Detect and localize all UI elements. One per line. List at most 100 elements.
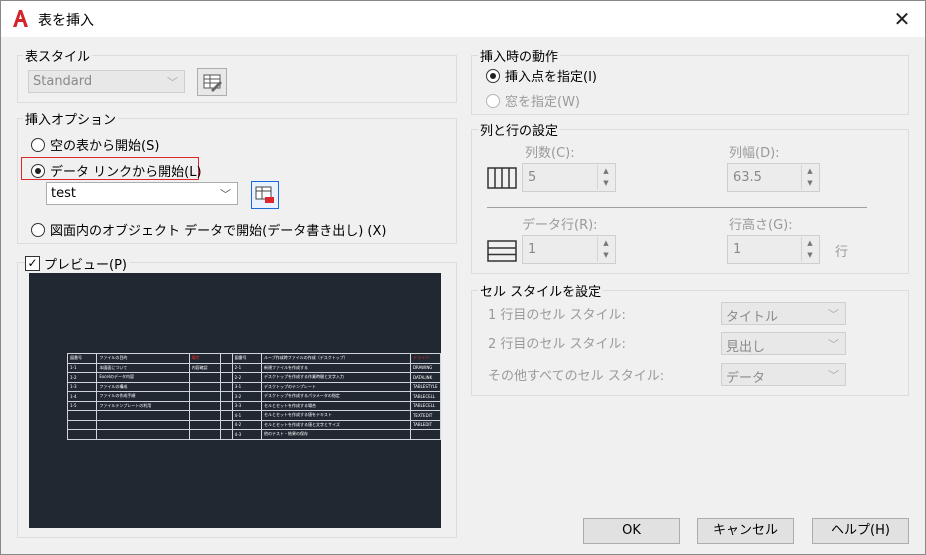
data-link-manager-icon	[255, 186, 274, 203]
first-row-style-value: タイトル	[726, 310, 779, 325]
preview-table-cell: 1-2	[66, 372, 98, 383]
autocad-logo-icon	[13, 10, 28, 27]
preview-table-cell: 内容確認	[188, 362, 222, 373]
preview-table-cell	[188, 381, 222, 392]
data-link-value: test	[51, 186, 76, 201]
spin-down-icon[interactable]: ▼	[598, 177, 614, 189]
preview-table-cell	[188, 419, 222, 430]
preview-table-cell: ファイルテンプレートの利用	[96, 400, 190, 411]
spin-down-icon[interactable]: ▼	[598, 249, 614, 261]
col-width-value: 63.5	[733, 170, 762, 185]
preview-table-cell: 4-3	[231, 429, 263, 440]
preview-table-cell	[220, 381, 233, 392]
preview-table-cell	[220, 400, 233, 411]
preview-table-cell: 2-1	[231, 362, 263, 373]
object-data-radio[interactable]: 図面内のオブジェクト データで開始(データ書き出し) (X)	[31, 220, 386, 239]
preview-checkbox[interactable]: ✓ プレビュー(P)	[25, 254, 130, 273]
preview-table-cell: ループ作成時ファイルの作成（デスクトップ）	[261, 353, 411, 364]
help-button[interactable]: ヘルプ(H)	[812, 518, 909, 544]
preview-table-cell	[188, 372, 222, 383]
cell-styles-label: セル スタイルを設定	[478, 281, 604, 300]
preview-table-cell: 1-5	[66, 400, 98, 411]
preview-table-cell: DATALINK	[409, 372, 442, 383]
preview-table-cell: 1-4	[66, 391, 98, 402]
spin-up-icon[interactable]: ▲	[598, 165, 614, 177]
table-style-label: 表スタイル	[23, 46, 93, 65]
chevron-down-icon: ﹀	[828, 338, 839, 351]
preview-table-cell: ファイルの目的	[96, 353, 190, 364]
empty-table-label: 空の表から開始(S)	[50, 139, 160, 154]
row-unit-label: 行	[835, 245, 849, 260]
preview-table-cell: TABLECELL	[409, 400, 442, 411]
spin-down-icon[interactable]: ▼	[802, 249, 818, 261]
object-data-label: 図面内のオブジェクト データで開始(データ書き出し) (X)	[50, 224, 387, 239]
empty-table-radio[interactable]: 空の表から開始(S)	[31, 135, 159, 154]
other-rows-style-label: その他すべてのセル スタイル:	[488, 369, 665, 384]
window-radio[interactable]: 窓を指定(W)	[486, 91, 580, 110]
insert-point-radio[interactable]: 挿入点を指定(I)	[486, 66, 597, 85]
preview-table-row: 4-2 セルとセットを作成する値と文字とサイズ TABLEDIT	[66, 419, 442, 430]
preview-table-cell: デスクトップを作成するパラメータの指定	[261, 391, 411, 402]
col-width-spinner[interactable]: 63.5 ▲ ▼	[727, 163, 820, 192]
spin-down-icon[interactable]: ▼	[802, 177, 818, 189]
first-row-style-select[interactable]: タイトル ﹀	[721, 302, 846, 325]
preview-table-cell	[220, 362, 233, 373]
close-icon[interactable]: ✕	[879, 1, 925, 37]
preview-table-cell: ファイルの構成	[96, 381, 190, 392]
spinner-buttons: ▲ ▼	[597, 237, 614, 262]
preview-table-cell: TABLEDIT	[409, 419, 442, 430]
spin-up-icon[interactable]: ▲	[598, 237, 614, 249]
chevron-down-icon: ﹀	[828, 369, 839, 382]
preview-table-cell: 図番号	[66, 353, 98, 364]
spinner-buttons: ▲ ▼	[801, 165, 818, 190]
row-height-spinner[interactable]: 1 ▲ ▼	[727, 235, 820, 264]
preview-table-cell: TEXTEDIT	[409, 410, 442, 421]
insert-point-label: 挿入点を指定(I)	[505, 70, 597, 85]
preview-table-cell: Excelのデータ内容	[96, 372, 190, 383]
ok-button[interactable]: OK	[583, 518, 680, 544]
other-rows-style-select[interactable]: データ ﹀	[721, 363, 846, 386]
data-rows-spinner[interactable]: 1 ▲ ▼	[522, 235, 616, 264]
preview-table-cell	[220, 410, 233, 421]
columns-icon	[487, 167, 517, 189]
radio-on-icon	[31, 163, 45, 178]
window-title: 表を挿入	[38, 13, 94, 29]
second-row-style-label: 2 行目のセル スタイル:	[488, 337, 626, 352]
row-height-label: 行高さ(G):	[729, 218, 793, 233]
preview-table-cell: DRAWING	[409, 362, 442, 373]
preview-table-cell	[188, 410, 222, 421]
chevron-down-icon: ﹀	[220, 188, 231, 201]
second-row-style-select[interactable]: 見出し ﹀	[721, 332, 846, 355]
spin-up-icon[interactable]: ▲	[802, 237, 818, 249]
spin-up-icon[interactable]: ▲	[802, 165, 818, 177]
columns-label: 列数(C):	[525, 146, 575, 161]
preview-table-cell	[66, 410, 98, 421]
radio-off-icon	[31, 137, 45, 152]
preview-table-row: 1-2 Excelのデータ内容 2-2 デスクトップを作成する作業時間と文字入力 DAT…	[66, 372, 442, 383]
insert-options-label: 挿入オプション	[23, 109, 119, 128]
table-style-select[interactable]: Standard ﹀	[28, 70, 185, 93]
table-style-dialog-button[interactable]	[197, 68, 227, 96]
preview-table-row: 1-3 ファイルの構成 3-1 デスクトップのテンプレート TABLESTYLE	[66, 381, 442, 392]
data-link-select[interactable]: test ﹀	[46, 182, 238, 205]
columns-spinner[interactable]: 5 ▲ ▼	[522, 163, 616, 192]
radio-off-icon	[31, 222, 45, 237]
preview-table-cell: ファイルの作成手順	[96, 391, 190, 402]
data-link-manager-button[interactable]	[251, 181, 279, 209]
data-link-radio[interactable]: データ リンクから開始(L)	[31, 161, 202, 180]
preview-table-cell: 1-3	[66, 381, 98, 392]
spinner-buttons: ▲ ▼	[597, 165, 614, 190]
window-label: 窓を指定(W)	[505, 95, 580, 110]
preview-table-row: 1-1 本図面について 内容確認 2-1 新規ファイルを作成する DRAWING	[66, 362, 442, 373]
preview-table-cell: 本図面について	[96, 362, 190, 373]
preview-table-cell: 3-1	[231, 381, 263, 392]
columns-value: 5	[528, 170, 537, 185]
columns-rows-label: 列と行の設定	[478, 120, 561, 139]
preview-table-cell	[409, 429, 442, 440]
preview-table-cell	[96, 419, 190, 430]
data-rows-label: データ行(R):	[522, 218, 598, 233]
first-row-style-label: 1 行目のセル スタイル:	[488, 308, 626, 323]
preview-table-row: 図番号 ファイルの目的 備考 図番号 ループ作成時ファイルの作成（デスクトップ） ドライバ	[66, 353, 442, 364]
preview-table-cell: 3-3	[231, 400, 263, 411]
cancel-button[interactable]: キャンセル	[697, 518, 794, 544]
